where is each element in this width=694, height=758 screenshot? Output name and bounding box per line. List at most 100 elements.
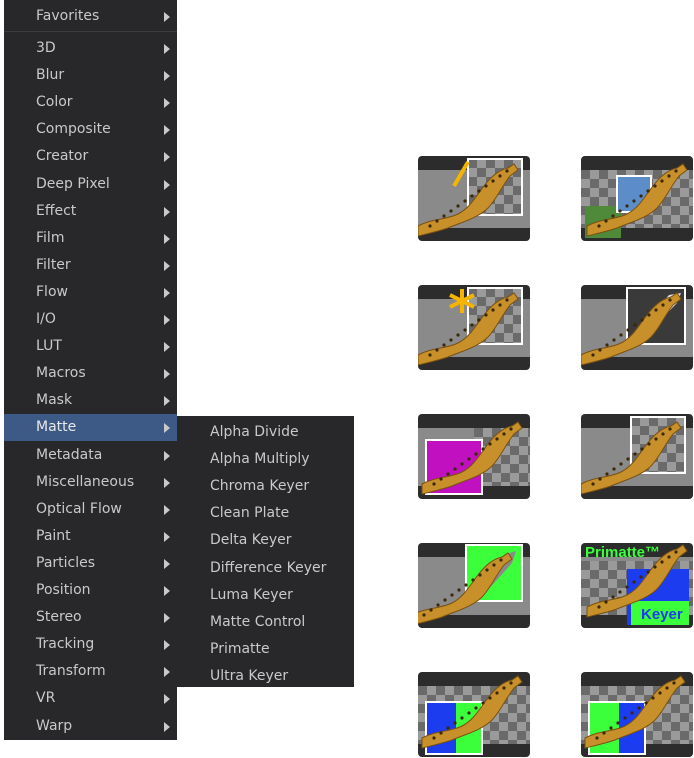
menu-item-creator[interactable]: Creator: [4, 143, 177, 170]
submenu-item-alpha-divide[interactable]: Alpha Divide: [177, 418, 354, 445]
menu-item-3d[interactable]: 3D: [4, 35, 177, 62]
menu-item-i-o[interactable]: I/O: [4, 306, 177, 333]
menu-item-label: Paint: [36, 527, 71, 544]
menu-item-flow[interactable]: Flow: [4, 279, 177, 306]
chevron-right-icon: [164, 694, 170, 705]
submenu-item-label: Primatte: [210, 640, 270, 657]
menu-item-mask[interactable]: Mask: [4, 387, 177, 414]
menu-item-particles[interactable]: Particles: [4, 550, 177, 577]
menu-item-optical-flow[interactable]: Optical Flow: [4, 496, 177, 523]
menu-item-tracking[interactable]: Tracking: [4, 631, 177, 658]
menu-item-label: Filter: [36, 256, 71, 273]
submenu-item-matte-control[interactable]: Matte Control: [177, 608, 354, 635]
menu-item-label: Transform: [36, 663, 106, 680]
ultra-keyer-tile[interactable]: [581, 672, 693, 757]
menu-item-vr[interactable]: VR: [4, 685, 177, 712]
menu-item-matte[interactable]: Matte: [4, 414, 177, 442]
alpha-multiply-tile[interactable]: [581, 156, 693, 241]
menu-item-macros[interactable]: Macros: [4, 360, 177, 387]
matte-control-tile[interactable]: [418, 672, 530, 757]
chevron-right-icon: [164, 125, 170, 136]
chevron-right-icon: [164, 287, 170, 298]
difference-keyer-tile[interactable]: [581, 414, 693, 499]
menu-item-favorites[interactable]: Favorites: [4, 3, 177, 30]
menu-separator: [4, 31, 177, 32]
menu-item-stereo[interactable]: Stereo: [4, 604, 177, 631]
chevron-right-icon: [164, 12, 170, 22]
keyer-label: Keyer: [641, 606, 683, 623]
chevron-right-icon: [164, 423, 170, 434]
menu-item-label: Tracking: [36, 636, 95, 653]
menu-item-label: LUT: [36, 338, 62, 355]
menu-item-miscellaneous[interactable]: Miscellaneous: [4, 469, 177, 496]
chevron-right-icon: [164, 369, 170, 380]
menu-item-deep-pixel[interactable]: Deep Pixel: [4, 171, 177, 198]
clean-plate-icon: [581, 285, 693, 370]
luma-keyer-tile[interactable]: [418, 543, 530, 628]
submenu-item-label: Alpha Multiply: [210, 451, 310, 468]
submenu-item-clean-plate[interactable]: Clean Plate: [177, 499, 354, 526]
submenu-item-label: Luma Keyer: [210, 586, 293, 603]
submenu-item-label: Delta Keyer: [210, 532, 292, 549]
submenu-item-alpha-multiply[interactable]: Alpha Multiply: [177, 445, 354, 472]
submenu-item-luma-keyer[interactable]: Luma Keyer: [177, 581, 354, 608]
menu-item-filter[interactable]: Filter: [4, 252, 177, 279]
submenu-item-primatte[interactable]: Primatte: [177, 635, 354, 662]
delta-keyer-tile[interactable]: [418, 414, 530, 499]
menu-item-blur[interactable]: Blur: [4, 62, 177, 89]
primatte-tile[interactable]: Primatte™ Keyer: [581, 543, 693, 628]
chevron-right-icon: [164, 179, 170, 190]
luma-keyer-icon: [418, 543, 530, 628]
submenu-item-delta-keyer[interactable]: Delta Keyer: [177, 526, 354, 553]
tool-category-menu: Favorites 3D Blur Color Composite Creator Dee…: [4, 0, 177, 740]
menu-item-paint[interactable]: Paint: [4, 523, 177, 550]
menu-item-label: Film: [36, 229, 65, 246]
menu-item-label: Blur: [36, 67, 65, 84]
menu-item-warp[interactable]: Warp: [4, 713, 177, 740]
menu-item-effect[interactable]: Effect: [4, 198, 177, 225]
chevron-right-icon: [164, 640, 170, 651]
menu-item-label: Miscellaneous: [36, 473, 135, 490]
chroma-keyer-tile[interactable]: [418, 285, 530, 370]
primatte-label: Primatte™: [585, 544, 660, 561]
menu-item-label: 3D: [36, 40, 56, 56]
menu-item-metadata[interactable]: Metadata: [4, 442, 177, 469]
chevron-right-icon: [164, 504, 170, 515]
menu-item-label: Flow: [36, 283, 68, 300]
ultra-keyer-icon: [581, 672, 693, 757]
menu-item-label: Position: [36, 582, 91, 598]
menu-item-label: Stereo: [36, 609, 82, 626]
submenu-item-difference-keyer[interactable]: Difference Keyer: [177, 554, 354, 581]
menu-item-label: Color: [36, 94, 73, 111]
menu-item-position[interactable]: Position: [4, 577, 177, 604]
difference-keyer-icon: [581, 414, 693, 499]
menu-item-lut[interactable]: LUT: [4, 333, 177, 360]
menu-item-film[interactable]: Film: [4, 225, 177, 252]
chevron-right-icon: [164, 613, 170, 624]
menu-item-label: Optical Flow: [36, 500, 122, 517]
menu-item-color[interactable]: Color: [4, 89, 177, 116]
delta-keyer-icon: [418, 414, 530, 499]
chevron-right-icon: [164, 667, 170, 678]
menu-item-composite[interactable]: Composite: [4, 116, 177, 143]
chevron-right-icon: [164, 558, 170, 569]
chevron-right-icon: [164, 152, 170, 163]
chevron-right-icon: [164, 477, 170, 488]
clean-plate-tile[interactable]: [581, 285, 693, 370]
submenu-item-label: Difference Keyer: [210, 559, 327, 576]
alpha-divide-tile[interactable]: [418, 156, 530, 241]
submenu-item-label: Ultra Keyer: [210, 667, 289, 684]
menu-item-transform[interactable]: Transform: [4, 658, 177, 685]
submenu-item-chroma-keyer[interactable]: Chroma Keyer: [177, 472, 354, 499]
menu-item-label: Favorites: [36, 8, 100, 24]
matte-control-icon: [418, 672, 530, 757]
submenu-item-ultra-keyer[interactable]: Ultra Keyer: [177, 662, 354, 689]
chevron-right-icon: [164, 396, 170, 407]
menu-item-label: Particles: [36, 554, 96, 571]
matte-submenu: Alpha Divide Alpha Multiply Chroma Keyer Cl…: [177, 416, 354, 687]
menu-item-label: Deep Pixel: [36, 175, 110, 192]
menu-item-label: Macros: [36, 365, 86, 382]
menu-item-label: Metadata: [36, 446, 103, 463]
chevron-right-icon: [164, 44, 170, 54]
menu-item-label: Creator: [36, 148, 89, 165]
